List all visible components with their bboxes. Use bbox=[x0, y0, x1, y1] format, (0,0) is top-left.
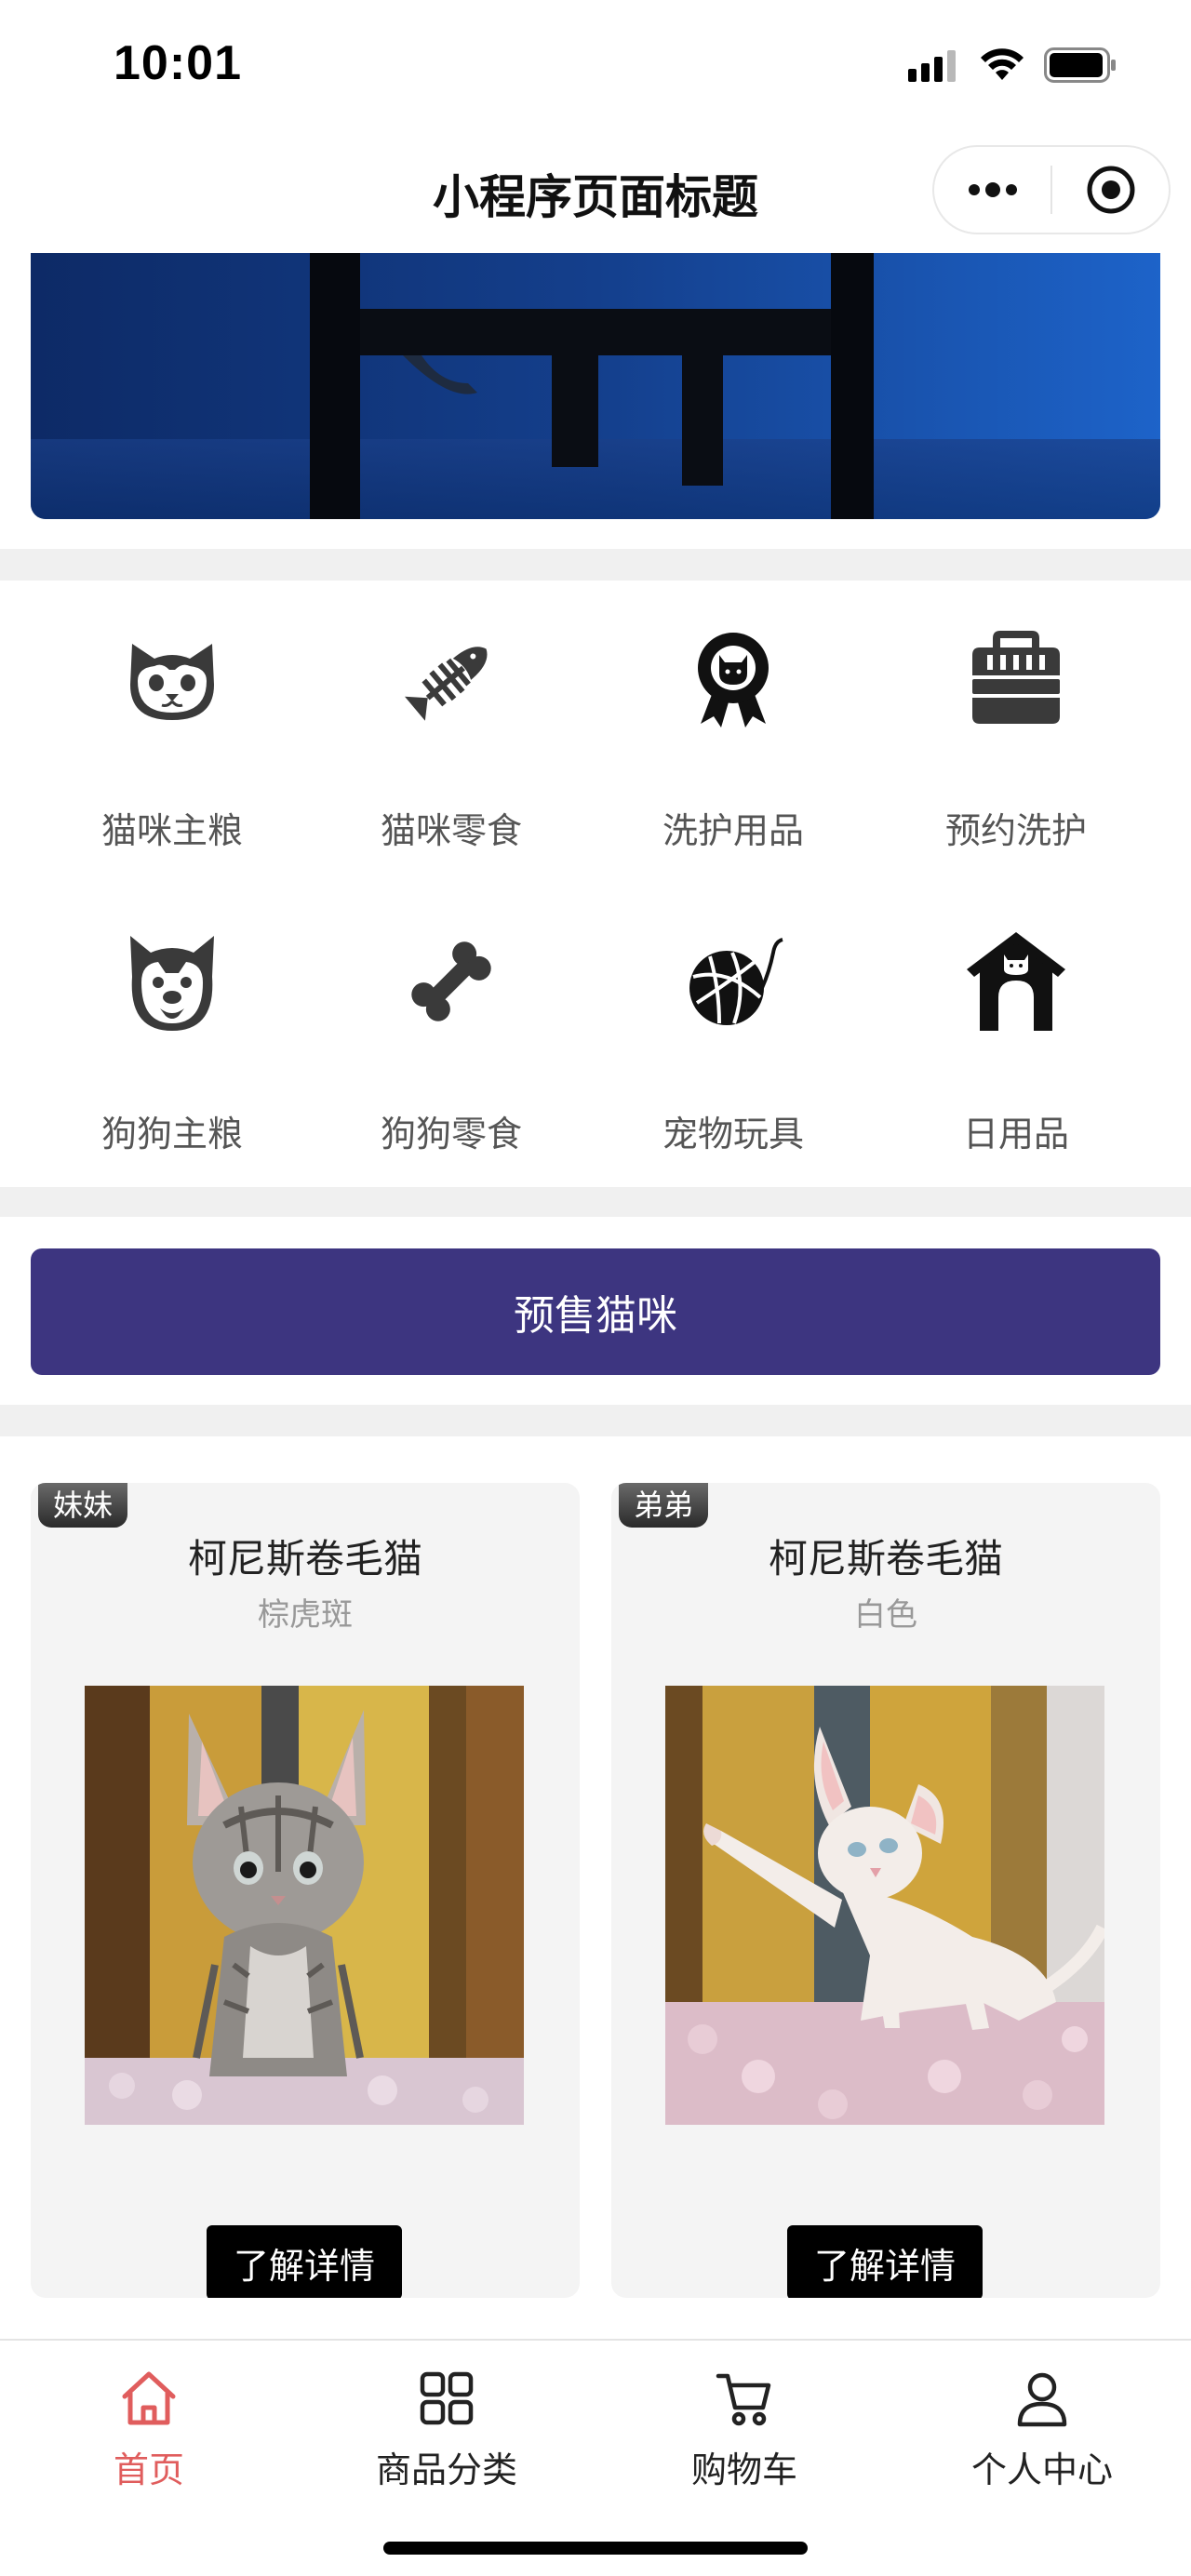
fish-bone-icon bbox=[400, 627, 502, 729]
presale-button[interactable]: 预售猫咪 bbox=[31, 1248, 1160, 1375]
product-card[interactable]: 妹妹 柯尼斯卷毛猫 棕虎斑 了解详情 bbox=[31, 1483, 580, 2298]
cart-icon bbox=[715, 2369, 774, 2428]
capsule-menu bbox=[932, 145, 1171, 234]
product-color: 棕虎斑 bbox=[258, 1596, 353, 1634]
product-image[interactable] bbox=[85, 1686, 524, 2125]
gender-badge: 妹妹 bbox=[38, 1483, 128, 1528]
category-grooming[interactable]: 洗护用品 bbox=[594, 581, 873, 860]
tab-label: 商品分类 bbox=[375, 2449, 517, 2490]
cat-face-icon bbox=[121, 627, 223, 729]
category-dog-snacks[interactable]: 狗狗零食 bbox=[312, 884, 591, 1163]
category-dog-food[interactable]: 狗狗主粮 bbox=[33, 884, 312, 1163]
category-label: 宠物玩具 bbox=[662, 1114, 804, 1155]
signal-icon bbox=[908, 48, 960, 86]
wifi-icon bbox=[979, 48, 1025, 86]
grid-icon bbox=[417, 2369, 476, 2428]
tab-cart[interactable]: 购物车 bbox=[596, 2369, 893, 2508]
gender-badge: 弟弟 bbox=[619, 1483, 709, 1528]
category-label: 预约洗护 bbox=[944, 810, 1087, 851]
section-divider bbox=[0, 1187, 1191, 1217]
category-label: 猫咪零食 bbox=[380, 810, 522, 851]
category-cat-snacks[interactable]: 猫咪零食 bbox=[312, 581, 591, 860]
tab-label: 首页 bbox=[113, 2449, 184, 2490]
category-grid: 猫咪主粮 猫咪零食 洗护用品 预约洗护 狗狗主粮 狗狗零食 宠物玩具 日用品 bbox=[0, 581, 1191, 1187]
tab-profile[interactable]: 个人中心 bbox=[893, 2369, 1191, 2508]
bone-icon bbox=[400, 930, 502, 1033]
category-label: 日用品 bbox=[962, 1114, 1069, 1155]
category-toys[interactable]: 宠物玩具 bbox=[594, 884, 873, 1163]
section-divider bbox=[0, 549, 1191, 581]
presale-section: 预售猫咪 bbox=[0, 1217, 1191, 1405]
category-cat-food[interactable]: 猫咪主粮 bbox=[33, 581, 312, 860]
more-dots-icon[interactable] bbox=[934, 147, 1050, 233]
award-ribbon-icon bbox=[682, 627, 784, 729]
product-list: 妹妹 柯尼斯卷毛猫 棕虎斑 了解详情 弟弟 柯尼斯卷毛猫 白色 了解详情 bbox=[0, 1436, 1191, 2339]
dog-face-icon bbox=[121, 930, 223, 1033]
category-label: 狗狗主粮 bbox=[100, 1114, 243, 1155]
section-divider bbox=[0, 1405, 1191, 1436]
category-label: 洗护用品 bbox=[662, 810, 804, 851]
yarn-ball-icon bbox=[682, 930, 784, 1033]
target-icon[interactable] bbox=[1052, 147, 1169, 233]
product-color: 白色 bbox=[854, 1596, 917, 1634]
category-label: 猫咪主粮 bbox=[100, 810, 243, 851]
details-button[interactable]: 了解详情 bbox=[787, 2225, 983, 2298]
details-button[interactable]: 了解详情 bbox=[207, 2225, 402, 2298]
status-time: 10:01 bbox=[114, 36, 242, 90]
category-daily[interactable]: 日用品 bbox=[877, 884, 1156, 1163]
nav-bar: 小程序页面标题 bbox=[0, 130, 1191, 253]
pet-carrier-icon bbox=[965, 627, 1067, 729]
product-image[interactable] bbox=[665, 1686, 1104, 2125]
category-booking[interactable]: 预约洗护 bbox=[877, 581, 1156, 860]
tab-home[interactable]: 首页 bbox=[0, 2369, 298, 2508]
banner-image[interactable] bbox=[31, 253, 1160, 519]
home-indicator bbox=[383, 2542, 808, 2555]
tab-label: 购物车 bbox=[690, 2449, 797, 2490]
status-icons bbox=[908, 47, 1117, 87]
pet-house-icon bbox=[965, 930, 1067, 1033]
product-name: 柯尼斯卷毛猫 bbox=[768, 1536, 1003, 1582]
category-label: 狗狗零食 bbox=[380, 1114, 522, 1155]
tab-bar: 首页 商品分类 购物车 个人中心 bbox=[0, 2339, 1191, 2576]
product-name: 柯尼斯卷毛猫 bbox=[187, 1536, 422, 1582]
product-card[interactable]: 弟弟 柯尼斯卷毛猫 白色 了解详情 bbox=[611, 1483, 1160, 2298]
user-icon bbox=[1012, 2369, 1072, 2428]
home-icon bbox=[119, 2369, 179, 2428]
battery-icon bbox=[1044, 47, 1117, 87]
tab-label: 个人中心 bbox=[970, 2449, 1113, 2490]
tab-categories[interactable]: 商品分类 bbox=[298, 2369, 596, 2508]
status-bar: 10:01 bbox=[0, 0, 1191, 130]
